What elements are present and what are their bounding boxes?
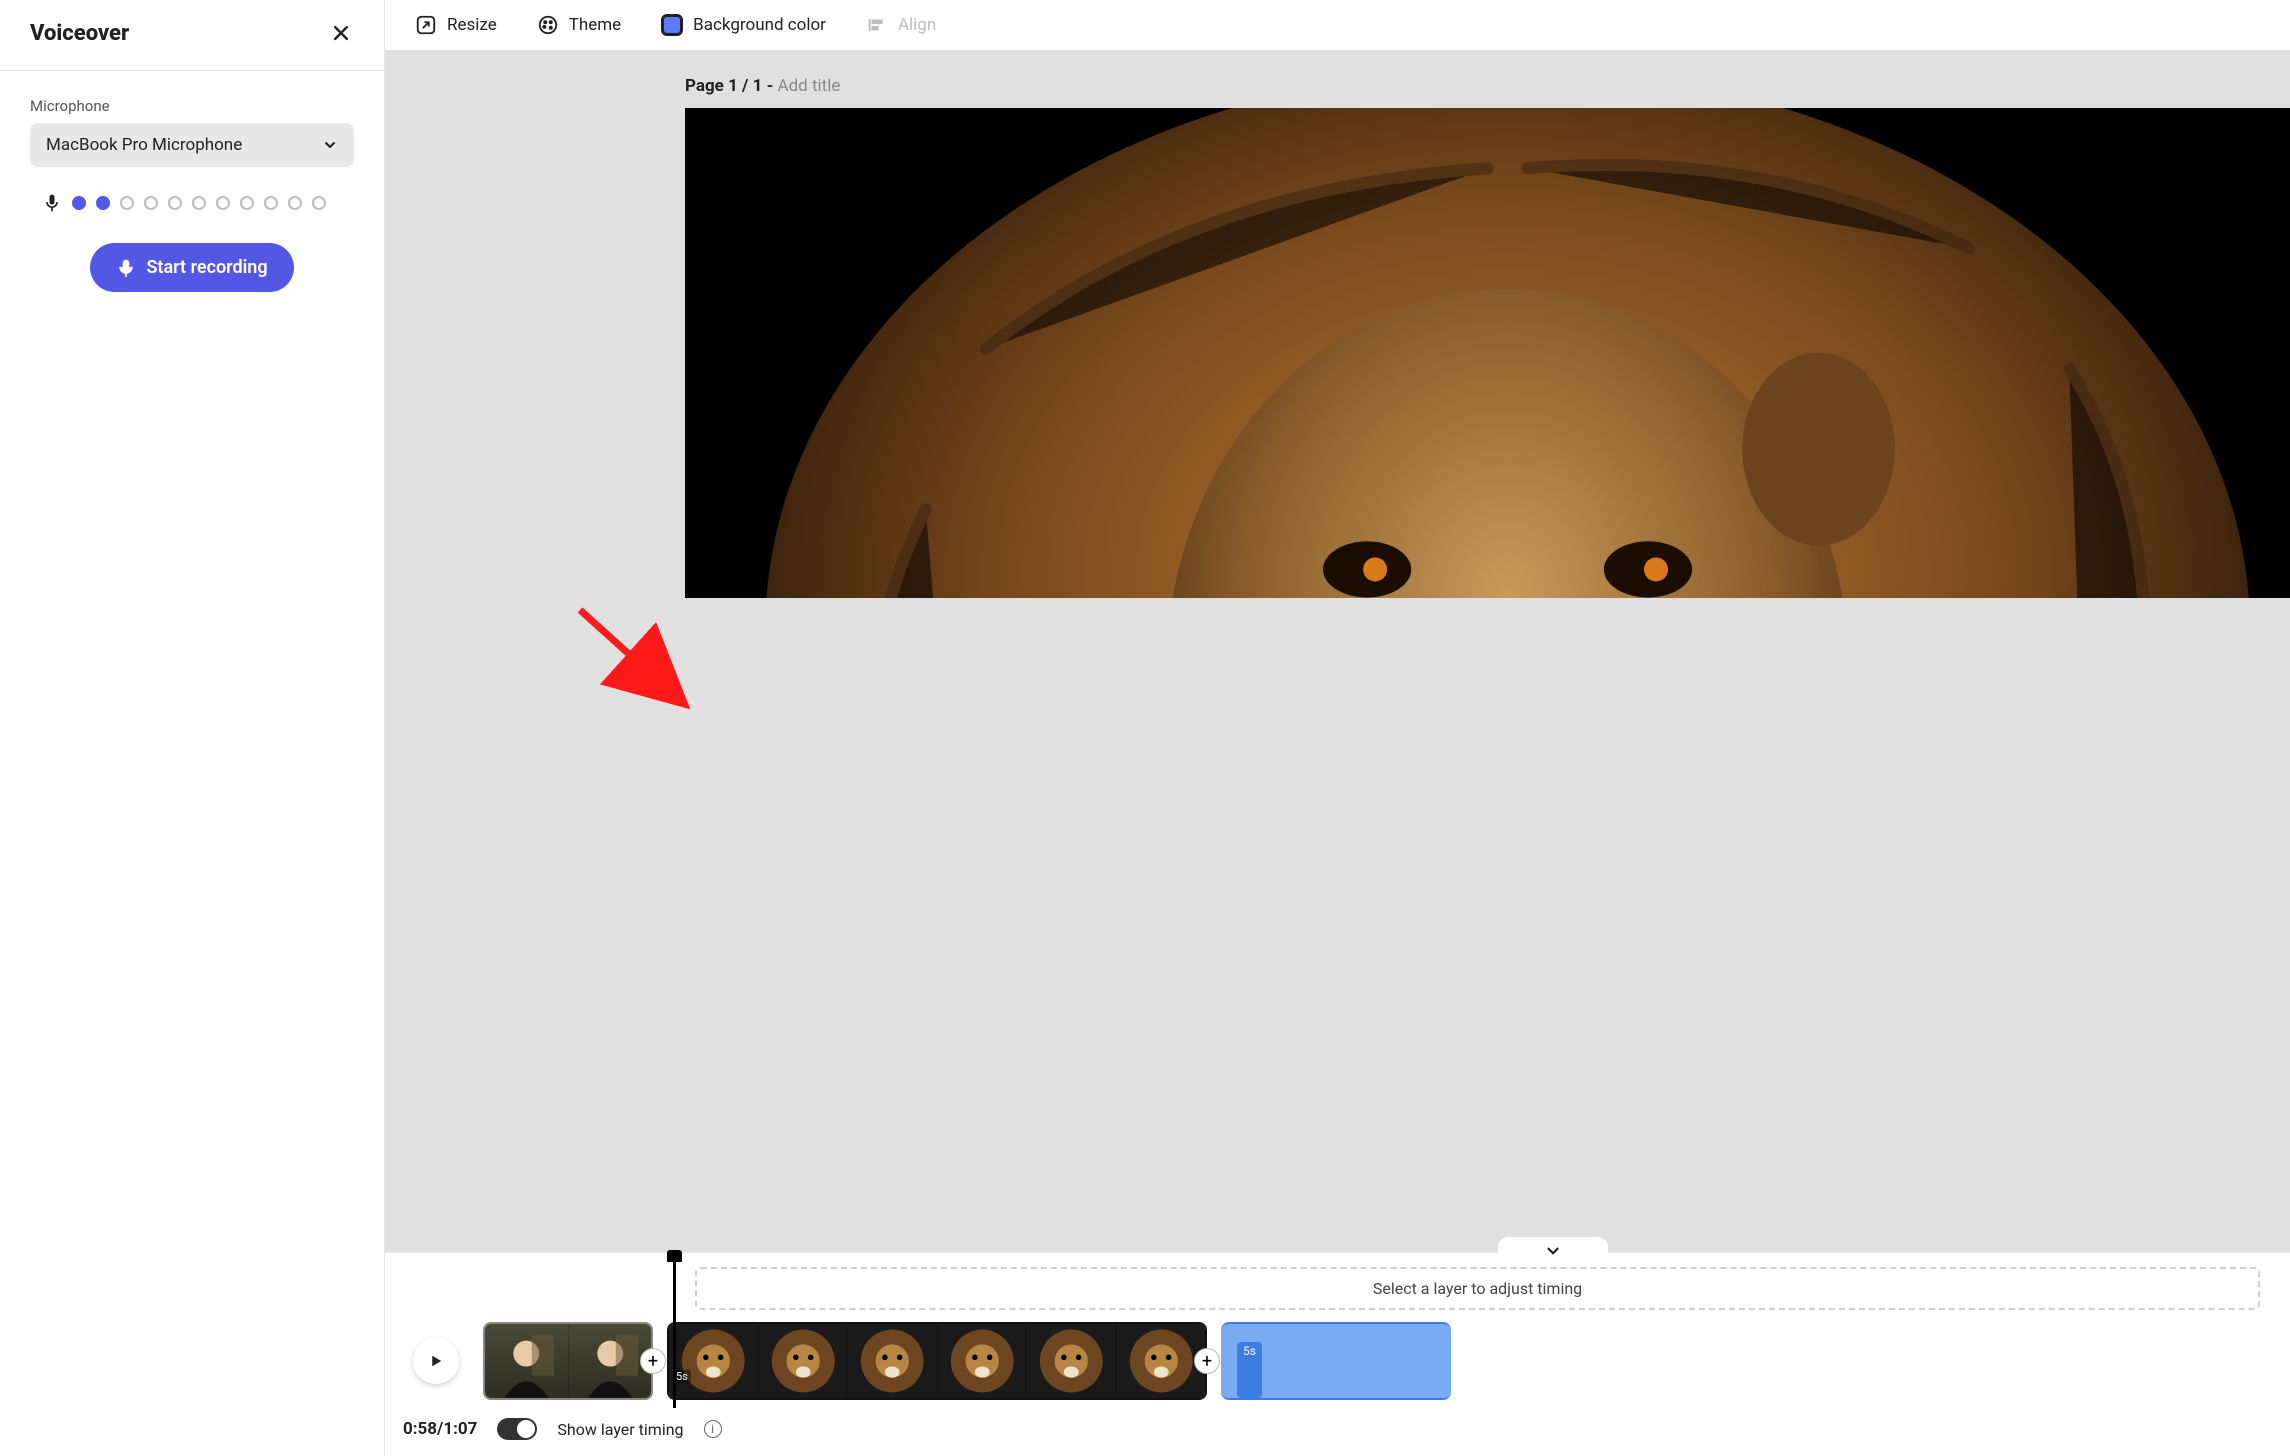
- align-label: Align: [898, 15, 936, 35]
- align-button: Align: [866, 14, 936, 36]
- clip-frame: [669, 1324, 758, 1398]
- annotation-arrow: [575, 605, 705, 715]
- panel-body: Microphone MacBook Pro Microphone Start …: [0, 71, 384, 318]
- panel-header: Voiceover: [0, 0, 384, 71]
- microphone-icon: [42, 193, 62, 213]
- info-icon[interactable]: i: [704, 1420, 722, 1438]
- close-icon: [331, 23, 351, 43]
- voiceover-panel: Voiceover Microphone MacBook Pro Microph…: [0, 0, 385, 1456]
- resize-label: Resize: [447, 15, 497, 35]
- timecode: 0:58/1:07: [403, 1419, 477, 1439]
- clip-frame: [937, 1324, 1027, 1398]
- timeline-clip-3-wrap: 5s: [1221, 1322, 1451, 1400]
- level-dot: [264, 196, 278, 210]
- clip-frame: [758, 1324, 848, 1398]
- insert-clip-button[interactable]: +: [1194, 1348, 1220, 1374]
- microphone-icon: [116, 258, 136, 278]
- canvas-image: [685, 108, 2290, 598]
- chevron-down-icon: [1544, 1242, 1562, 1260]
- clip-frame: [847, 1324, 937, 1398]
- level-dot: [72, 196, 86, 210]
- play-button[interactable]: [413, 1338, 459, 1384]
- show-layer-timing-label: Show layer timing: [557, 1420, 683, 1439]
- timeline-clip-1-wrap: +: [483, 1322, 653, 1400]
- playhead[interactable]: [673, 1260, 676, 1408]
- page-indicator[interactable]: Page 1 / 1 - Add title: [685, 76, 840, 96]
- theme-label: Theme: [569, 15, 621, 35]
- insert-clip-button[interactable]: +: [640, 1348, 666, 1374]
- level-dot: [240, 196, 254, 210]
- play-icon: [427, 1352, 445, 1370]
- clip-frame: [1026, 1324, 1116, 1398]
- level-dot: [216, 196, 230, 210]
- level-dot: [192, 196, 206, 210]
- background-color-label: Background color: [693, 15, 826, 35]
- timeline-collapse-handle[interactable]: [1498, 1237, 1608, 1265]
- palette-icon: [537, 14, 559, 36]
- level-dot: [312, 196, 326, 210]
- mic-level-meter: [42, 193, 354, 213]
- resize-icon: [415, 14, 437, 36]
- microphone-select[interactable]: MacBook Pro Microphone: [30, 123, 354, 167]
- timeline: Select a layer to adjust timing: [385, 1252, 2290, 1456]
- align-icon: [866, 14, 888, 36]
- canvas-toolbar: Resize Theme Background color Align: [385, 0, 2290, 50]
- color-swatch-icon: [661, 14, 683, 36]
- page-number: Page 1 / 1 -: [685, 76, 778, 96]
- canvas[interactable]: [685, 108, 2290, 598]
- theme-button[interactable]: Theme: [537, 14, 621, 36]
- level-dot: [96, 196, 110, 210]
- start-recording-label: Start recording: [146, 257, 267, 278]
- level-dot: [288, 196, 302, 210]
- clip-frame: [568, 1324, 652, 1398]
- panel-title: Voiceover: [30, 21, 129, 46]
- microphone-label: Microphone: [30, 97, 354, 115]
- timeline-clip-2[interactable]: [667, 1322, 1207, 1400]
- level-dot: [168, 196, 182, 210]
- timeline-footer: 0:58/1:07 Show layer timing i: [385, 1404, 2290, 1440]
- chevron-down-icon: [322, 137, 338, 153]
- level-dot: [144, 196, 158, 210]
- show-layer-timing-toggle[interactable]: [497, 1418, 537, 1440]
- timeline-tracks[interactable]: + 5s +: [385, 1318, 2290, 1404]
- timeline-clip-2-wrap: 5s +: [667, 1322, 1207, 1400]
- stage: Page 1 / 1 - Add title: [385, 50, 2290, 1252]
- resize-button[interactable]: Resize: [415, 14, 497, 36]
- timeline-clip-1[interactable]: [483, 1322, 653, 1400]
- background-color-button[interactable]: Background color: [661, 14, 826, 36]
- add-title-placeholder: Add title: [778, 76, 841, 96]
- level-dot: [120, 196, 134, 210]
- layer-timing-hint: Select a layer to adjust timing: [695, 1267, 2260, 1310]
- close-button[interactable]: [326, 18, 356, 48]
- clip-duration-badge: 5s: [1237, 1342, 1262, 1398]
- timeline-clip-3[interactable]: 5s: [1221, 1322, 1451, 1400]
- microphone-selected-value: MacBook Pro Microphone: [46, 135, 242, 155]
- start-recording-button[interactable]: Start recording: [90, 243, 293, 292]
- clip-frame: [485, 1324, 568, 1398]
- clip-frame: [1116, 1324, 1206, 1398]
- editor-main: Resize Theme Background color Align Page…: [385, 0, 2290, 1456]
